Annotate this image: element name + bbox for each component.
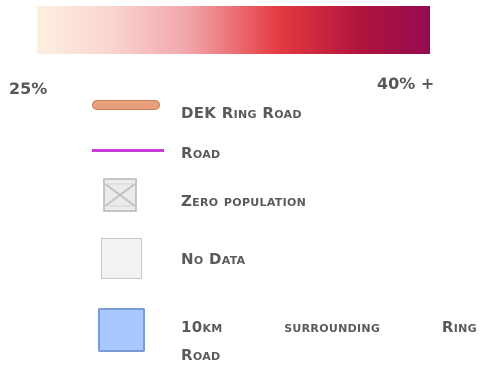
ring-road-symbol xyxy=(92,100,160,110)
road-label: Road xyxy=(181,144,220,162)
scale-min-label: 25% xyxy=(9,79,48,98)
buffer-swatch xyxy=(98,308,145,352)
road-label-text: Road xyxy=(181,144,221,162)
buffer-label-word-2: surrounding xyxy=(284,318,381,336)
ring-road-label-text: DEK Ring Road xyxy=(181,104,302,122)
buffer-label: 10km surrounding Ring Road xyxy=(181,313,477,369)
zero-population-label-text: Zero population xyxy=(181,192,307,210)
ring-road-label: DEK Ring Road xyxy=(181,104,302,122)
road-symbol xyxy=(92,149,164,152)
scale-max-label: 40% + xyxy=(377,74,435,93)
buffer-label-word-3: Ring xyxy=(441,318,477,336)
zero-population-label: Zero population xyxy=(181,192,306,210)
buffer-label-line-2: Road xyxy=(181,346,221,364)
zero-population-icon xyxy=(103,178,137,212)
no-data-label: No Data xyxy=(181,250,246,268)
color-scale-bar xyxy=(37,6,430,54)
no-data-swatch xyxy=(101,238,142,279)
no-data-label-text: No Data xyxy=(181,250,246,268)
buffer-label-word-1: 10km xyxy=(181,318,223,336)
